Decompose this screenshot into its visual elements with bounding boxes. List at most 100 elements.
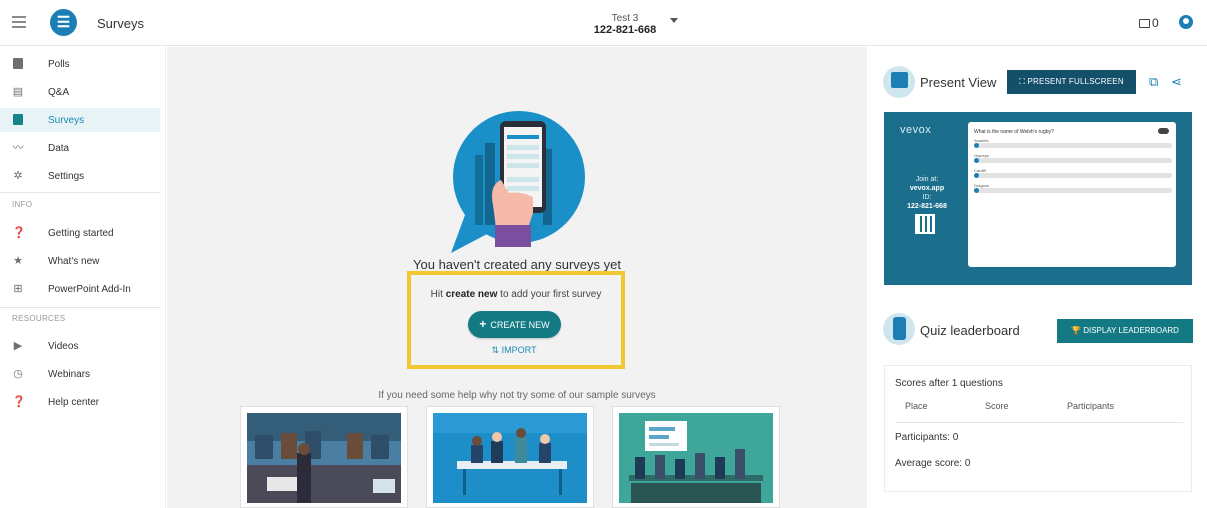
sidebar-item-getting-started[interactable]: ❓ Getting started bbox=[0, 221, 160, 245]
menu-icon[interactable] bbox=[12, 16, 26, 28]
star-icon: ★ bbox=[13, 255, 23, 267]
sidebar-item-label: Webinars bbox=[48, 368, 91, 380]
toggle-icon bbox=[1158, 128, 1169, 134]
preview-option-bar bbox=[974, 158, 1172, 163]
share-icon[interactable]: ⋖ bbox=[1171, 74, 1182, 90]
preview-join-prefix: Join at: bbox=[915, 176, 939, 183]
present-view-title: Present View bbox=[920, 75, 997, 90]
import-icon: ⇅ bbox=[491, 345, 500, 355]
page-title: Surveys bbox=[97, 16, 144, 31]
sample-surveys-hint: If you need some help why not try some o… bbox=[378, 390, 656, 401]
quiz-leaderboard-title: Quiz leaderboard bbox=[920, 323, 1020, 338]
present-preview[interactable]: vevox Join at: vevox.app ID: 122-821-668… bbox=[884, 112, 1192, 285]
external-link-icon[interactable]: ⧉ bbox=[1149, 74, 1158, 90]
sample-survey-image bbox=[433, 413, 587, 503]
sidebar-item-whats-new[interactable]: ★ What's new bbox=[0, 249, 160, 273]
divider bbox=[895, 422, 1183, 423]
surveys-icon bbox=[12, 114, 24, 126]
empty-state-title: You haven't created any surveys yet bbox=[413, 257, 621, 272]
top-bar: ☰ Surveys Test 3 122-821-668 0 bbox=[0, 0, 1207, 46]
question-icon: ❓ bbox=[12, 227, 26, 239]
devices-icon bbox=[1139, 19, 1150, 28]
preview-brand: vevox bbox=[900, 124, 932, 136]
preview-option-bar bbox=[974, 173, 1172, 178]
sample-survey-card[interactable] bbox=[426, 406, 594, 508]
video-icon: ▶ bbox=[13, 340, 23, 352]
qr-code-icon bbox=[915, 214, 935, 234]
chevron-down-icon[interactable] bbox=[670, 18, 678, 23]
column-header-score: Score bbox=[985, 401, 1009, 411]
preview-option: Scarlets bbox=[974, 138, 1172, 148]
session-selector[interactable]: Test 3 122-821-668 bbox=[590, 13, 660, 37]
sample-survey-card[interactable] bbox=[612, 406, 780, 508]
empty-state-hint: Hit create new to add your first survey bbox=[407, 289, 625, 300]
divider bbox=[0, 192, 160, 193]
trophy-icon: 🏆 bbox=[1071, 326, 1081, 335]
preview-option: Dragons bbox=[974, 183, 1172, 193]
preview-id-value: 122-821-668 bbox=[907, 203, 947, 210]
hint-prefix: Hit bbox=[430, 289, 443, 300]
polls-icon bbox=[12, 58, 24, 70]
scores-panel: Scores after 1 questions Place Score Par… bbox=[884, 365, 1192, 492]
qa-icon: ▤ bbox=[12, 86, 24, 98]
preview-id-label: ID: bbox=[922, 194, 932, 201]
sidebar-item-label: Settings bbox=[48, 170, 85, 182]
sidebar-item-data[interactable]: 〰 Data bbox=[0, 136, 160, 160]
preview-question-card: What is the name of Welsh's rugby? Scarl… bbox=[968, 122, 1176, 267]
sidebar-item-webinars[interactable]: ◷ Webinars bbox=[0, 362, 160, 386]
clock-icon: ◷ bbox=[13, 368, 23, 380]
sidebar-item-label: PowerPoint Add-In bbox=[48, 283, 131, 295]
connected-devices[interactable]: 0 bbox=[1139, 16, 1159, 30]
sidebar-item-label: Data bbox=[48, 142, 70, 154]
session-name: Test 3 bbox=[611, 13, 639, 24]
sidebar-item-surveys[interactable]: Surveys bbox=[0, 108, 160, 132]
present-fullscreen-button[interactable]: ⛶ PRESENT FULLSCREEN bbox=[1007, 70, 1136, 94]
hint-bold: create new bbox=[445, 289, 498, 300]
import-link[interactable]: ⇅ IMPORT bbox=[484, 345, 544, 356]
preview-option-bar bbox=[974, 188, 1172, 193]
create-new-label: CREATE NEW bbox=[490, 320, 550, 330]
preview-option: Cardiff bbox=[974, 168, 1172, 178]
question-icon: ❓ bbox=[12, 396, 26, 408]
display-leaderboard-label: DISPLAY LEADERBOARD bbox=[1083, 326, 1179, 335]
column-header-participants: Participants bbox=[1067, 401, 1115, 411]
sidebar-item-label: Videos bbox=[48, 340, 79, 352]
sidebar-item-label: What's new bbox=[48, 255, 100, 267]
main-content: You haven't created any surveys yet Hit … bbox=[167, 47, 867, 508]
preview-join-info: Join at: vevox.app ID: 122-821-668 bbox=[894, 175, 960, 211]
participants-stat: Participants: 0 bbox=[895, 432, 959, 443]
chart-line-icon: 〰 bbox=[12, 142, 24, 154]
sidebar-item-label: Polls bbox=[48, 58, 70, 70]
sidebar-item-settings[interactable]: ✲ Settings bbox=[0, 164, 160, 188]
sample-survey-image bbox=[247, 413, 401, 503]
section-label-resources: RESOURCES bbox=[12, 314, 66, 323]
sidebar-item-label: Getting started bbox=[48, 227, 114, 239]
plus-icon: + bbox=[479, 317, 487, 331]
sidebar-item-qa[interactable]: ▤ Q&A bbox=[0, 80, 160, 104]
scores-heading: Scores after 1 questions bbox=[895, 378, 1003, 389]
sidebar: Polls ▤ Q&A Surveys 〰 Data ✲ Settings IN… bbox=[0, 47, 166, 508]
preview-option: Ospreys bbox=[974, 153, 1172, 163]
create-new-button[interactable]: + CREATE NEW bbox=[468, 311, 561, 338]
fullscreen-icon: ⛶ bbox=[1019, 77, 1025, 86]
present-fullscreen-label: PRESENT FULLSCREEN bbox=[1027, 77, 1124, 86]
present-view-icon bbox=[883, 66, 915, 98]
sidebar-item-label: Help center bbox=[48, 396, 100, 408]
device-count-value: 0 bbox=[1152, 16, 1159, 30]
average-score-stat: Average score: 0 bbox=[895, 458, 971, 469]
sample-survey-card[interactable] bbox=[240, 406, 408, 508]
plus-box-icon: ⊞ bbox=[13, 283, 23, 295]
display-leaderboard-button[interactable]: 🏆 DISPLAY LEADERBOARD bbox=[1057, 319, 1193, 343]
leaderboard-phone-icon bbox=[883, 313, 915, 345]
sidebar-item-powerpoint[interactable]: ⊞ PowerPoint Add-In bbox=[0, 277, 160, 301]
section-label-info: INFO bbox=[12, 200, 33, 209]
account-icon[interactable] bbox=[1179, 15, 1193, 29]
sidebar-item-videos[interactable]: ▶ Videos bbox=[0, 334, 160, 358]
sidebar-item-label: Q&A bbox=[48, 86, 70, 98]
gear-icon: ✲ bbox=[13, 170, 23, 182]
sidebar-item-help-center[interactable]: ❓ Help center bbox=[0, 390, 160, 414]
sample-survey-image bbox=[619, 413, 773, 503]
session-code: 122-821-668 bbox=[593, 24, 657, 36]
sidebar-item-polls[interactable]: Polls bbox=[0, 52, 160, 76]
right-panel: Present View ⛶ PRESENT FULLSCREEN ⧉ ⋖ ve… bbox=[868, 47, 1207, 508]
